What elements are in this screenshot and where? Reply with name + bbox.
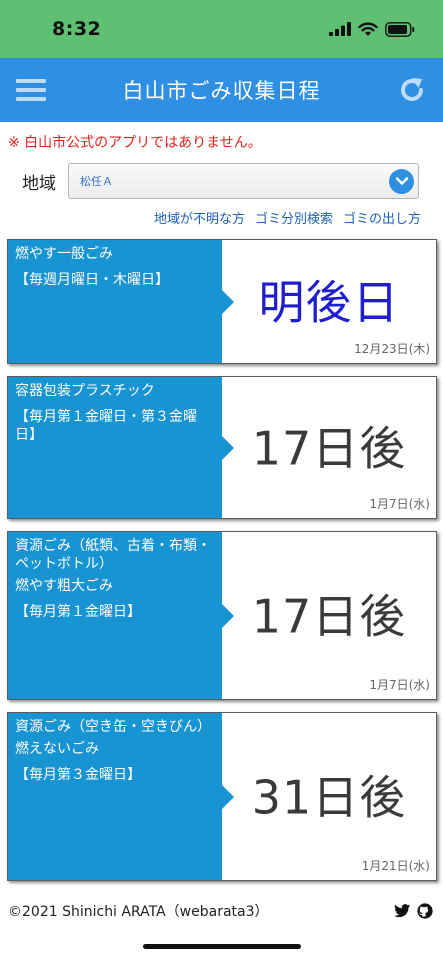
countdown-text: 31日後 — [251, 769, 407, 824]
card-category-line: 燃やす粗大ごみ — [15, 578, 113, 594]
countdown-text: 17日後 — [251, 420, 407, 475]
card-countdown-panel: 17日後 1月7日(水) — [222, 377, 436, 518]
card-category: 資源ごみ（空き缶・空きびん） 燃えないごみ 【毎月第３金曜日】 — [8, 713, 234, 880]
help-links: 地域が不明な方 ゴミ分別検索 ゴミの出し方 — [0, 199, 443, 227]
card-category-line: 容器包装プラスチック — [15, 383, 155, 399]
schedule-card-plastic[interactable]: 容器包装プラスチック 【毎月第１金曜日・第３金曜日】 17日後 1月7日(水) — [7, 376, 437, 519]
card-countdown-panel: 31日後 1月21日(水) — [222, 713, 436, 880]
area-selector-row: 地域 松任Ａ — [0, 163, 443, 199]
card-schedule-line: 【毎月第３金曜日】 — [15, 767, 141, 783]
copyright-text: ©2021 Shinichi ARATA（webarata3） — [8, 904, 269, 920]
schedule-list: 燃やす一般ごみ 【毎週月曜日・木曜日】 明後日 12月23日(木) 容器包装プラ… — [0, 227, 443, 881]
github-icon[interactable] — [417, 903, 433, 919]
countdown-text: 17日後 — [251, 588, 407, 643]
card-category-line: 燃やす一般ごみ — [15, 246, 113, 262]
collection-date: 1月7日(水) — [369, 678, 430, 692]
area-select[interactable]: 松任Ａ — [68, 163, 419, 199]
schedule-card-resources[interactable]: 資源ごみ（紙類、古着・布類・ペットボトル） 燃やす粗大ごみ 【毎月第１金曜日】 … — [7, 531, 437, 700]
card-schedule-line: 【毎週月曜日・木曜日】 — [15, 272, 169, 288]
link-sorting-search[interactable]: ゴミ分別検索 — [255, 208, 333, 227]
collection-date: 12月23日(木) — [354, 342, 430, 356]
card-countdown-panel: 明後日 12月23日(木) — [222, 240, 436, 363]
link-how-to-dispose[interactable]: ゴミの出し方 — [343, 208, 421, 227]
schedule-card-burnable[interactable]: 燃やす一般ごみ 【毎週月曜日・木曜日】 明後日 12月23日(木) — [7, 239, 437, 364]
wifi-icon — [358, 22, 378, 36]
card-countdown-panel: 17日後 1月7日(水) — [222, 532, 436, 699]
collection-date: 1月7日(水) — [369, 497, 430, 511]
area-label: 地域 — [22, 173, 56, 194]
menu-icon[interactable] — [16, 79, 46, 101]
home-indicator — [143, 944, 301, 949]
card-category-line: 資源ごみ（空き缶・空きびん） — [15, 719, 211, 735]
card-category-line: 燃えないごみ — [15, 741, 99, 757]
unofficial-notice: ※ 白山市公式のアプリではありません。 — [8, 135, 262, 151]
status-time: 8:32 — [52, 18, 102, 40]
social-links — [394, 903, 433, 919]
refresh-icon[interactable] — [397, 75, 427, 105]
area-selected-value: 松任Ａ — [80, 175, 113, 188]
card-category: 容器包装プラスチック 【毎月第１金曜日・第３金曜日】 — [8, 377, 234, 518]
collection-date: 1月21日(水) — [361, 859, 430, 873]
status-bar: 8:32 — [0, 0, 443, 58]
card-schedule-line: 【毎月第１金曜日・第３金曜日】 — [15, 409, 197, 443]
twitter-icon[interactable] — [394, 904, 411, 918]
schedule-card-cans-bottles[interactable]: 資源ごみ（空き缶・空きびん） 燃えないごみ 【毎月第３金曜日】 31日後 1月2… — [7, 712, 437, 881]
card-category: 燃やす一般ごみ 【毎週月曜日・木曜日】 — [8, 240, 234, 363]
signal-icon — [329, 22, 351, 36]
card-category-line: 資源ごみ（紙類、古着・布類・ペットボトル） — [15, 538, 211, 572]
card-schedule-line: 【毎月第１金曜日】 — [15, 604, 141, 620]
app-header: 白山市ごみ収集日程 — [0, 58, 443, 122]
chevron-down-icon — [389, 168, 414, 194]
page-title: 白山市ごみ収集日程 — [122, 79, 321, 103]
countdown-text: 明後日 — [258, 274, 400, 329]
link-unknown-area[interactable]: 地域が不明な方 — [154, 208, 245, 227]
footer: ©2021 Shinichi ARATA（webarata3） — [0, 893, 443, 921]
battery-icon — [385, 21, 415, 37]
card-category: 資源ごみ（紙類、古着・布類・ペットボトル） 燃やす粗大ごみ 【毎月第１金曜日】 — [8, 532, 234, 699]
status-icons — [329, 21, 415, 37]
